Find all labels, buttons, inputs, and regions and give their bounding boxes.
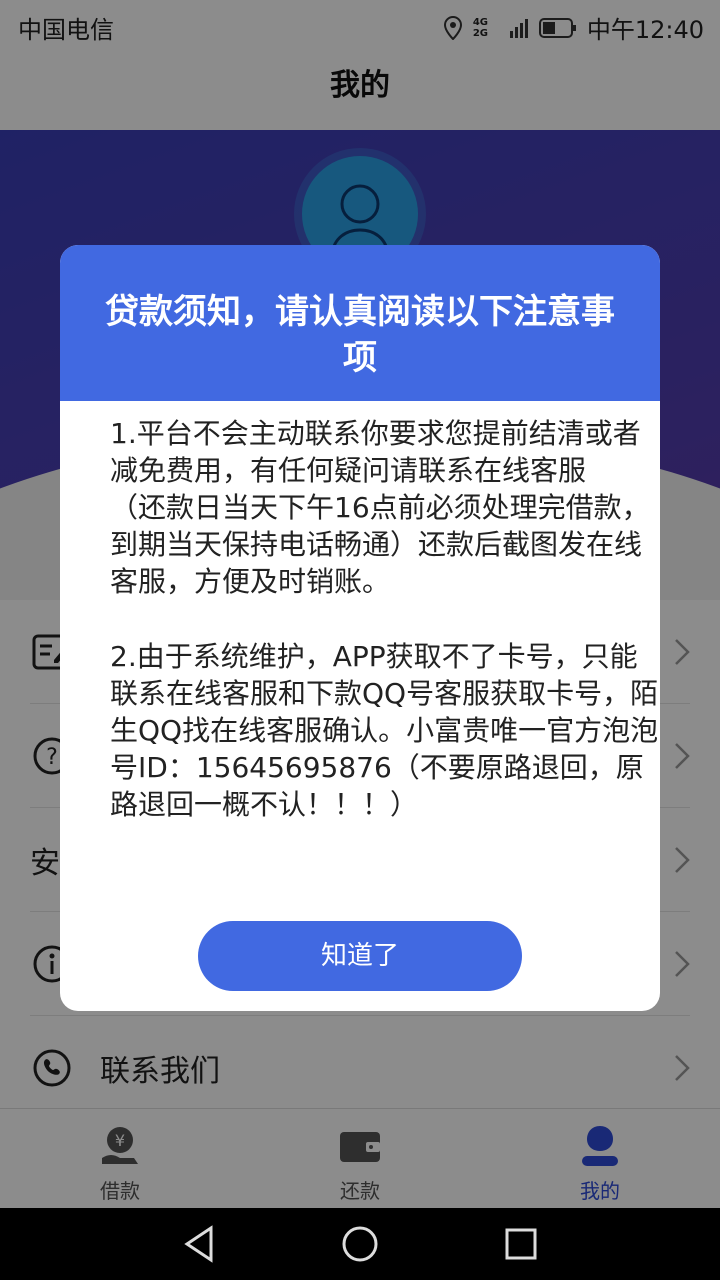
notice-paragraph-2: 2.由于系统维护，APP获取不了卡号，只能联系在线客服和下款QQ号客服获取卡号，… [110, 640, 659, 821]
back-icon[interactable] [181, 1224, 217, 1264]
notice-paragraph-1: 1.平台不会主动联系你要求您提前结清或者减免费用，有任何疑问请联系在线客服 （还… [110, 417, 650, 598]
recents-icon[interactable] [503, 1226, 539, 1262]
dialog-content[interactable]: 1.平台不会主动联系你要求您提前结清或者减免费用，有任何疑问请联系在线客服 （还… [110, 415, 660, 905]
loan-notice-dialog: 贷款须知，请认真阅读以下注意事项 1.平台不会主动联系你要求您提前结清或者减免费… [60, 245, 660, 1011]
home-icon[interactable] [340, 1224, 380, 1264]
confirm-button[interactable]: 知道了 [198, 921, 522, 991]
dialog-title: 贷款须知，请认真阅读以下注意事项 [60, 245, 660, 401]
system-navigation-bar [0, 1208, 720, 1280]
